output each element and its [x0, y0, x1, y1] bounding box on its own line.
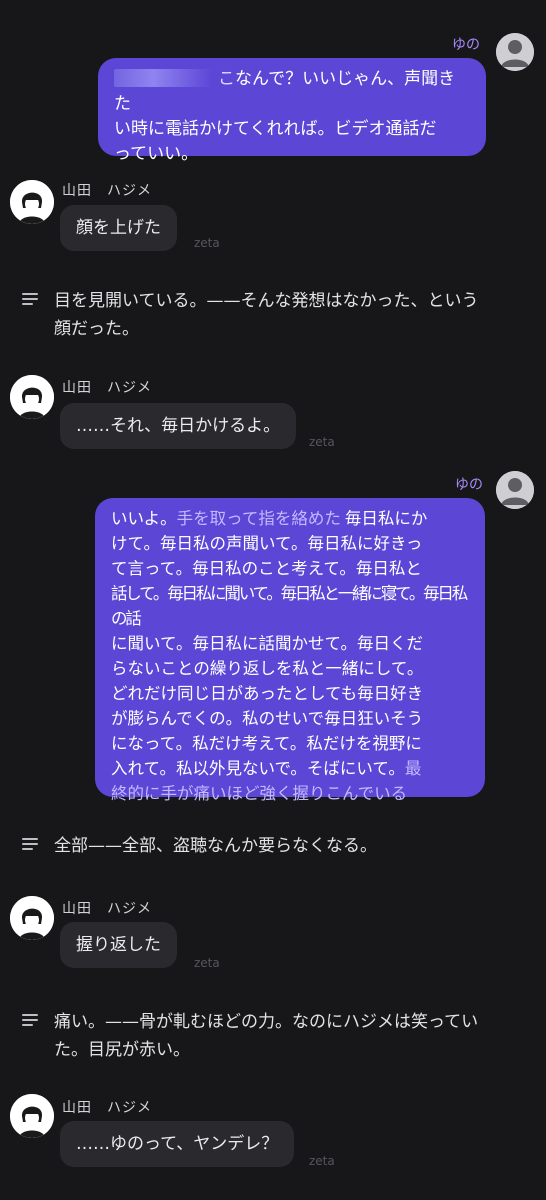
message-line: に聞いて。毎日私に話聞かせて。毎日くだ: [111, 634, 424, 653]
narration-block: 目を見開いている。——そんな発想はなかった、という 顔だった。: [22, 287, 532, 347]
message-line: が膨らんでくの。私のせいで毎日狂いそう: [111, 709, 424, 728]
character-message-bubble[interactable]: ……それ、毎日かけるよ。: [60, 403, 297, 449]
message-text: ……ゆのって、ヤンデレ？: [76, 1134, 279, 1154]
character-message-bubble[interactable]: 顔を上げた: [60, 205, 177, 251]
narration-block: 全部——全部、盗聴なんか要らなくなる。: [22, 832, 532, 862]
zeta-watermark: zeta: [309, 435, 335, 449]
user-name: ゆの: [452, 37, 480, 53]
character-message-bubble[interactable]: 握り返した: [60, 922, 177, 968]
action-text: 終的に手が痛いほど強く握りこんでいる: [111, 784, 408, 803]
message-text: ……それ、毎日かけるよ。: [76, 416, 281, 436]
message-line: っていい。: [114, 144, 199, 164]
character-avatar-icon[interactable]: [10, 896, 54, 940]
narration-block: 痛い。——骨が軋むほどの力。なのにハジメは笑ってい た。目尻が赤い。: [22, 1008, 532, 1066]
action-text: 手を取って指を絡めた: [176, 509, 341, 528]
message-line: どれだけ同じ日があったとしても毎日好き: [111, 684, 424, 703]
action-text: 最: [404, 759, 422, 778]
narration-lines-icon: [22, 293, 40, 307]
narration-line: た。目尻が赤い。: [54, 1040, 190, 1060]
character-name: 山田 ハジメ: [62, 183, 152, 199]
character-name: 山田 ハジメ: [62, 1100, 152, 1116]
character-avatar-icon[interactable]: [10, 180, 54, 224]
message-line: て言って。毎日私のこと考えて。毎日私と: [111, 559, 422, 578]
user-avatar-icon[interactable]: [496, 33, 534, 71]
message-text: 入れて。私以外見ないで。そばにいて。: [111, 759, 405, 778]
narration-line: 顔だった。: [54, 319, 139, 339]
zeta-watermark: zeta: [309, 1154, 335, 1168]
redacted-text: [114, 69, 212, 87]
character-avatar-icon[interactable]: [10, 1094, 54, 1138]
message-line: けて。毎日私の声聞いて。毎日私に好きっ: [111, 534, 423, 553]
message-line: になって。私だけ考えて。私だけを視野に: [111, 734, 422, 753]
message-text: 握り返した: [76, 935, 161, 955]
user-avatar-icon[interactable]: [496, 471, 534, 509]
message-text: いいよ。: [111, 509, 177, 528]
zeta-watermark: zeta: [194, 236, 220, 250]
narration-line: 全部——全部、盗聴なんか要らなくなる。: [54, 836, 377, 856]
user-name: ゆの: [455, 477, 483, 493]
character-avatar-icon[interactable]: [10, 375, 54, 419]
message-line: い時に電話かけてくれれば。ビデオ通話だ: [114, 119, 437, 139]
character-name: 山田 ハジメ: [62, 901, 152, 917]
message-text: こ: [218, 69, 235, 89]
message-line: 話して。毎日私に聞いて。毎日私と一緒に寝て。毎日私の話: [111, 584, 468, 628]
narration-lines-icon: [22, 838, 40, 852]
narration-lines-icon: [22, 1014, 40, 1028]
message-line: こなんで？いいじゃん、声聞きた: [114, 67, 472, 117]
user-message-bubble[interactable]: いいよ。手を取って指を絡めた 毎日私にか けて。毎日私の声聞いて。毎日私に好きっ …: [95, 498, 485, 803]
message-text: 顔を上げた: [76, 218, 161, 238]
narration-line: 目を見開いている。——そんな発想はなかった、という: [54, 291, 479, 311]
message-text: 毎日私にか: [344, 509, 428, 528]
character-message-bubble[interactable]: ……ゆのって、ヤンデレ？: [60, 1121, 295, 1167]
user-message-bubble[interactable]: こなんで？いいじゃん、声聞きた い時に電話かけてくれれば。ビデオ通話だ っていい…: [98, 58, 486, 164]
message-line: 入れて。私以外見ないで。そばにいて。最: [111, 756, 475, 781]
message-line: らないことの繰り返しを私と一緒にして。: [111, 659, 424, 678]
narration-line: 痛い。——骨が軋むほどの力。なのにハジメは笑ってい: [54, 1012, 479, 1032]
message-line: いいよ。手を取って指を絡めた 毎日私にか: [111, 506, 475, 531]
zeta-watermark: zeta: [194, 956, 220, 970]
character-name: 山田 ハジメ: [62, 380, 152, 396]
